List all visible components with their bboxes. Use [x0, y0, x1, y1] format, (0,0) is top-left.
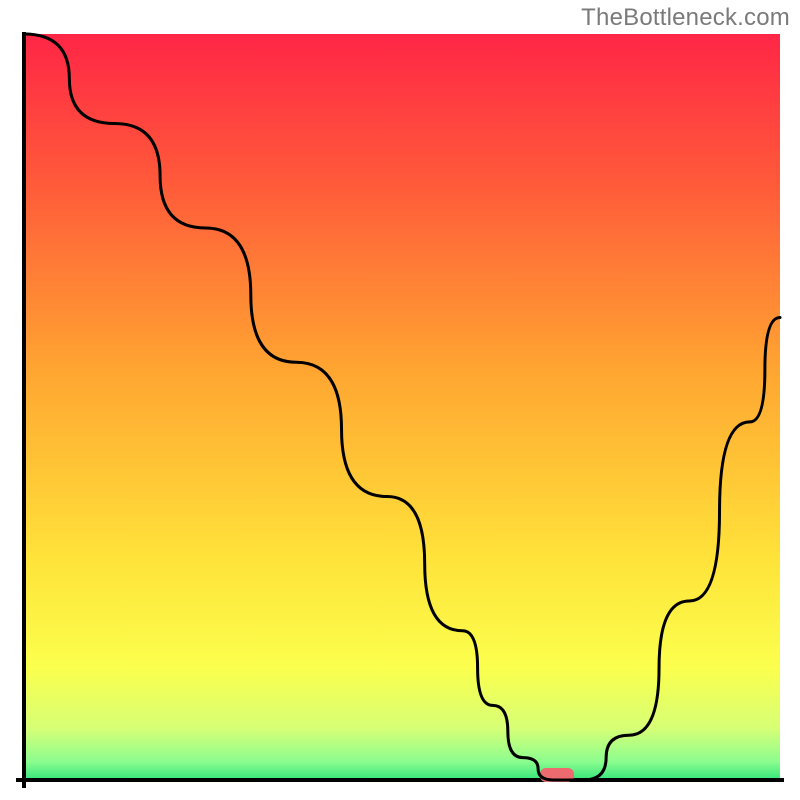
plot-background	[24, 34, 780, 780]
bottleneck-chart	[0, 0, 800, 800]
